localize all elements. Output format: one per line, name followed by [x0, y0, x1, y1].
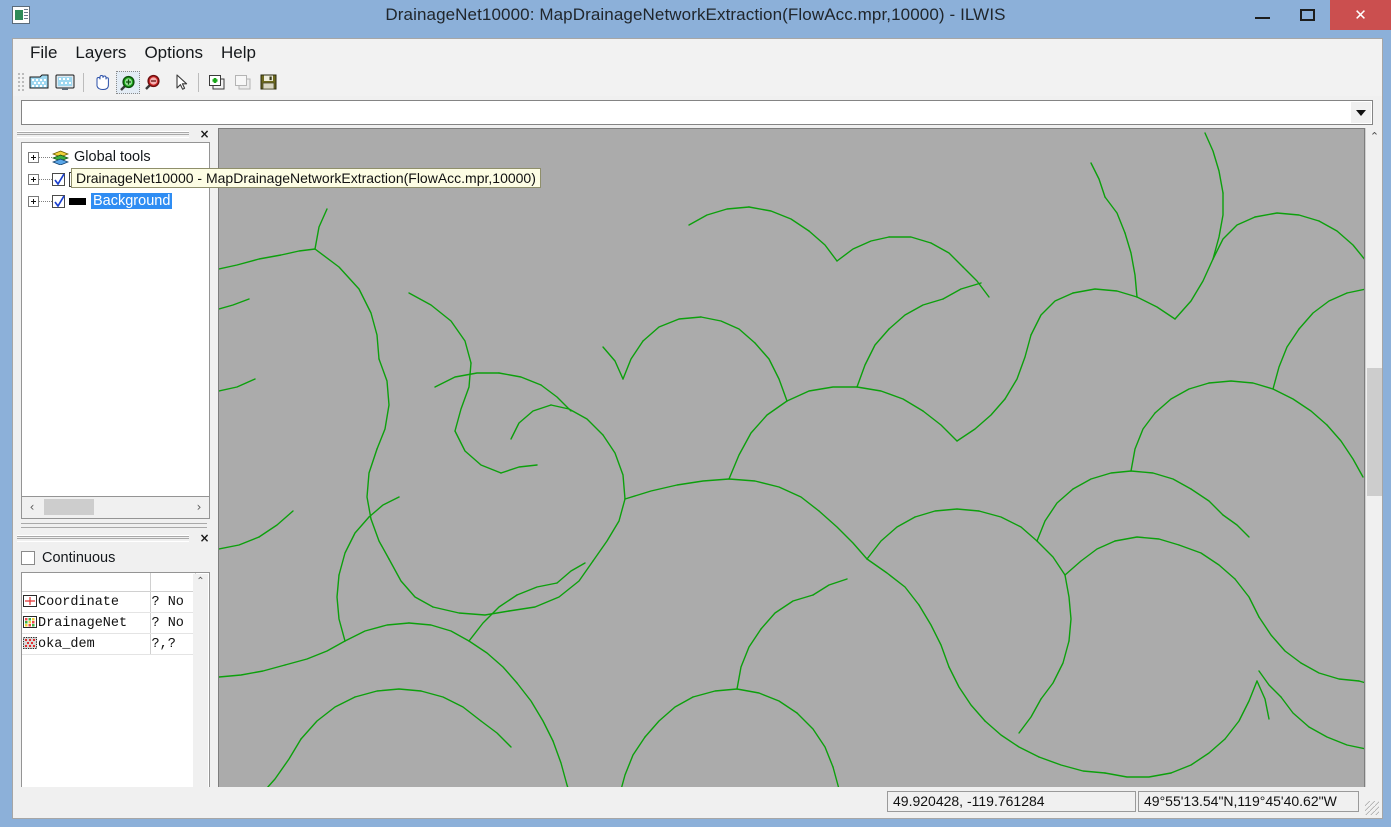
- layer-tree-panel: Global tools Background: [21, 142, 210, 497]
- scrollbar-thumb[interactable]: [1367, 368, 1382, 496]
- layer-panel-grip[interactable]: [17, 131, 189, 138]
- column-header-name[interactable]: [22, 573, 151, 592]
- add-layer-button[interactable]: [205, 71, 229, 94]
- tree-item-background[interactable]: Background: [22, 190, 209, 212]
- map-canvas[interactable]: [218, 128, 1365, 796]
- layer-panel-header: ×: [13, 128, 218, 142]
- table-row[interactable]: DrainageNet ? No: [22, 612, 196, 634]
- expand-icon[interactable]: [28, 173, 39, 185]
- close-button[interactable]: ✕: [1330, 0, 1391, 30]
- scrollbar-thumb[interactable]: [44, 499, 94, 515]
- toolbar-separator-2: [198, 73, 199, 92]
- layer-stack-icon: [51, 150, 70, 165]
- tree-item-label: Background: [91, 193, 173, 209]
- row-value-cell: ?,?: [150, 633, 196, 655]
- menu-options[interactable]: Options: [135, 42, 212, 66]
- scroll-up-icon[interactable]: ⌃: [193, 574, 208, 589]
- tree-item-label: Global tools: [74, 149, 151, 165]
- row-name-text: DrainageNet: [38, 615, 128, 631]
- attribute-table: Coordinate ? No DrainageNet ? No oka_dem…: [22, 573, 196, 655]
- layer-tree-hscrollbar[interactable]: ‹ ›: [21, 497, 210, 519]
- minimize-button[interactable]: [1240, 0, 1285, 30]
- row-name-text: oka_dem: [38, 636, 95, 652]
- client-area: File Layers Options Help × Global tools …: [12, 38, 1383, 819]
- scroll-left-icon[interactable]: ‹: [23, 497, 41, 517]
- maximize-icon: [1300, 9, 1315, 21]
- menu-bar: File Layers Options Help: [13, 39, 1382, 69]
- command-input[interactable]: [25, 103, 1349, 124]
- command-combobox[interactable]: [21, 100, 1373, 125]
- zoom-in-button[interactable]: [116, 71, 140, 94]
- save-button[interactable]: [257, 71, 281, 94]
- continuous-label: Continuous: [42, 550, 116, 566]
- row-name-cell: oka_dem: [22, 633, 151, 655]
- toolbar-separator: [83, 73, 84, 92]
- chevron-down-icon[interactable]: [1351, 102, 1371, 123]
- dem-raster-icon: [23, 636, 37, 649]
- expand-icon[interactable]: [28, 195, 39, 207]
- continuous-checkbox-row[interactable]: Continuous: [21, 550, 115, 566]
- dock-splitter[interactable]: [21, 522, 210, 530]
- table-header-row: [22, 573, 196, 592]
- status-bar: 49.920428, -119.761284 49°55'13.54"N,119…: [13, 787, 1382, 818]
- menu-file[interactable]: File: [21, 42, 66, 66]
- layer-tooltip: DrainageNet10000 - MapDrainageNetworkExt…: [71, 168, 541, 188]
- layer-visibility-checkbox[interactable]: [52, 194, 65, 208]
- coordinate-icon: [23, 594, 37, 607]
- display-options-button[interactable]: [53, 71, 77, 94]
- title-bar: DrainageNet10000: MapDrainageNetworkExtr…: [0, 0, 1391, 30]
- attribute-panel-grip[interactable]: [17, 535, 189, 542]
- attribute-table-container: Coordinate ? No DrainageNet ? No oka_dem…: [21, 572, 210, 796]
- row-value-cell: ? No: [150, 591, 196, 613]
- tree-connector: [39, 156, 52, 158]
- scroll-up-icon[interactable]: ⌃: [1366, 128, 1382, 145]
- splitter-lines: [21, 523, 207, 528]
- menu-help[interactable]: Help: [212, 42, 265, 66]
- continuous-checkbox[interactable]: [21, 551, 35, 565]
- layer-panel-close-icon[interactable]: ×: [198, 128, 211, 141]
- expand-icon[interactable]: [28, 151, 39, 163]
- tree-connector: [39, 200, 52, 202]
- row-name-text: Coordinate: [38, 594, 120, 610]
- pan-button[interactable]: [90, 71, 114, 94]
- row-name-cell: DrainageNet: [22, 612, 151, 634]
- open-map-button[interactable]: [27, 71, 51, 94]
- ilwis-application-window: DrainageNet10000: MapDrainageNetworkExtr…: [0, 0, 1391, 827]
- command-bar: [13, 96, 1382, 128]
- copy-layer-button[interactable]: [231, 71, 255, 94]
- tree-item-global-tools[interactable]: Global tools: [22, 146, 209, 168]
- window-title: DrainageNet10000: MapDrainageNetworkExtr…: [385, 5, 1006, 24]
- close-icon: ✕: [1354, 6, 1367, 24]
- toolbar: [13, 69, 1382, 96]
- map-vertical-scrollbar[interactable]: ⌃ ⌄: [1365, 128, 1382, 796]
- maximize-button[interactable]: [1285, 0, 1330, 30]
- attribute-panel-header: ×: [13, 532, 218, 546]
- toolbar-grip[interactable]: [17, 72, 24, 93]
- black-bar-icon: [69, 197, 86, 205]
- scroll-right-icon[interactable]: ›: [190, 497, 208, 517]
- tree-connector: [39, 178, 52, 180]
- attribute-panel: × Continuous Coordinate ? No DrainageNet…: [13, 532, 218, 818]
- column-header-value[interactable]: [150, 573, 196, 592]
- select-arrow-button[interactable]: [168, 71, 192, 94]
- window-controls: ✕: [1240, 0, 1391, 30]
- row-value-cell: ? No: [150, 612, 196, 634]
- status-latlon: 49°55'13.54"N,119°45'40.62"W: [1138, 791, 1359, 812]
- layer-visibility-checkbox[interactable]: [52, 172, 65, 186]
- status-coordinate: 49.920428, -119.761284: [887, 791, 1136, 812]
- map-area: ⌃ ⌄ ‹ ›: [218, 128, 1382, 818]
- attribute-panel-close-icon[interactable]: ×: [198, 532, 211, 545]
- raster-map-icon: [23, 615, 37, 628]
- left-dock-column: × Global tools Background DrainageNet100…: [13, 128, 541, 818]
- table-row[interactable]: oka_dem ?,?: [22, 633, 196, 655]
- row-name-cell: Coordinate: [22, 591, 151, 613]
- minimize-icon: [1255, 17, 1270, 19]
- zoom-out-button[interactable]: [142, 71, 166, 94]
- table-row[interactable]: Coordinate ? No: [22, 591, 196, 613]
- drainage-network-map: [219, 129, 1364, 795]
- attribute-table-vscrollbar[interactable]: ⌃: [193, 574, 208, 795]
- resize-grip-icon[interactable]: [1365, 801, 1379, 815]
- menu-layers[interactable]: Layers: [66, 42, 135, 66]
